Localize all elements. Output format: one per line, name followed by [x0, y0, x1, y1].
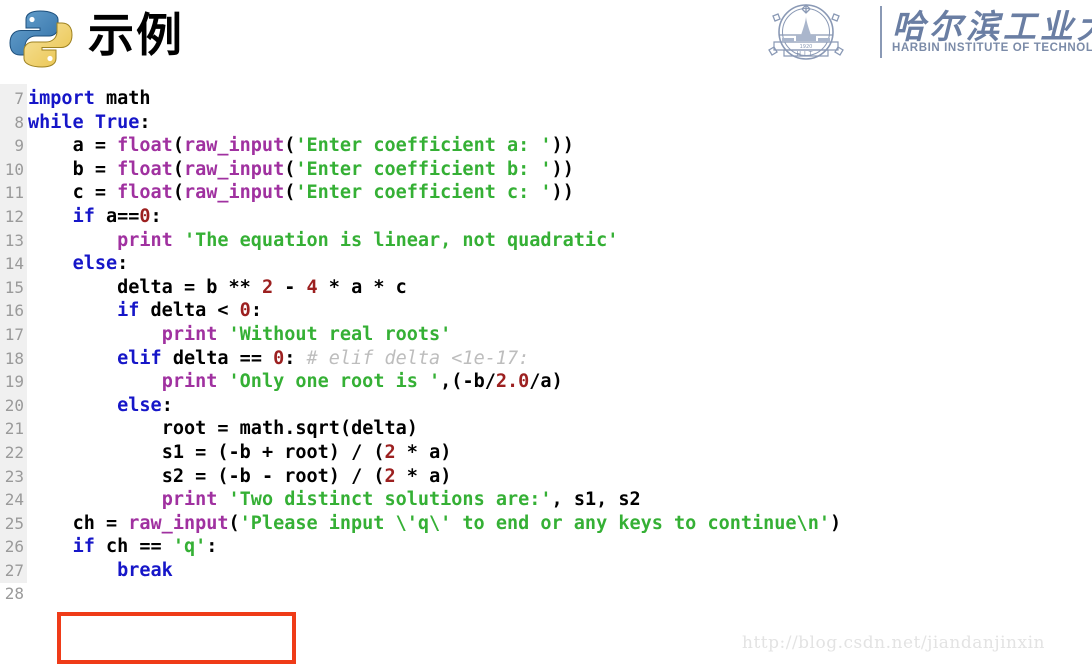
logo-divider: [880, 6, 882, 58]
code-line: 25 ch = raw_input('Please input \'q\' to…: [0, 512, 1092, 536]
line-number: 16: [4, 301, 24, 321]
code-line: 12 if a==0:: [0, 205, 1092, 229]
university-logo: 1920 HIT 哈尔滨工业大学 HARBIN INSTITUTE OF TEC…: [740, 2, 1092, 68]
line-number: 18: [4, 348, 24, 368]
line-number: 28: [4, 584, 24, 604]
code-line: 17 print 'Without real roots': [0, 323, 1092, 347]
code-line: 19 print 'Only one root is ',(-b/2.0/a): [0, 370, 1092, 394]
code-line-text: print 'Only one root is ',(-b/2.0/a): [161, 371, 563, 393]
code-line: 10 b = float(raw_input('Enter coefficien…: [0, 158, 1092, 182]
line-number: 12: [4, 206, 24, 226]
code-line: 26 if ch == 'q':: [0, 535, 1092, 559]
code-line-text: if ch == 'q':: [72, 536, 218, 558]
line-number: 22: [4, 442, 24, 462]
line-number: 10: [4, 159, 24, 179]
code-line: 27 break: [0, 559, 1092, 583]
university-name-en: HARBIN INSTITUTE OF TECHNOLOGY: [892, 42, 1092, 54]
code-listing: 7 import math 8 while True: 9 a = float(raw_…: [0, 84, 1092, 664]
code-line: 14 else:: [0, 252, 1092, 276]
line-number: 19: [4, 372, 24, 392]
svg-text:HIT: HIT: [797, 51, 816, 58]
line-number: 17: [4, 324, 24, 344]
code-line: 11 c = float(raw_input('Enter coefficien…: [0, 181, 1092, 205]
code-line-text: print 'The equation is linear, not quadr…: [117, 229, 619, 251]
code-line-text: b = float(raw_input('Enter coefficient b…: [72, 158, 574, 180]
line-number: 27: [4, 560, 24, 580]
code-line-text: a = float(raw_input('Enter coefficient a…: [72, 135, 574, 157]
code-line-text: print 'Without real roots': [161, 323, 452, 345]
line-number: 21: [4, 419, 24, 439]
code-line-text: import math: [28, 88, 151, 109]
page-title: 示例: [88, 8, 184, 62]
code-line: 16 if delta < 0:: [0, 299, 1092, 323]
line-number: 8: [14, 112, 24, 132]
slide-header: 示例 1920 HIT 哈尔滨工业 HARBIN INSTITUTE OF TE…: [0, 0, 1092, 80]
line-number: 23: [4, 466, 24, 486]
line-number: 24: [4, 490, 24, 510]
code-line-text: if a==0:: [72, 205, 162, 227]
code-line-text: root = math.sqrt(delta): [161, 418, 418, 440]
hit-crest-icon: 1920 HIT: [746, 2, 866, 68]
python-logo-icon: [8, 8, 74, 70]
code-line: 9 a = float(raw_input('Enter coefficient…: [0, 134, 1092, 158]
code-line-text: s1 = (-b + root) / (2 * a): [161, 441, 452, 463]
code-line-text: if delta < 0:: [117, 300, 262, 322]
code-line: 13 print 'The equation is linear, not qu…: [0, 229, 1092, 253]
svg-text:1920: 1920: [800, 44, 813, 50]
code-line: 21 root = math.sqrt(delta): [0, 417, 1092, 441]
line-number: 14: [4, 254, 24, 274]
line-number: 15: [4, 277, 24, 297]
code-line-text: s2 = (-b - root) / (2 * a): [161, 465, 452, 487]
code-line: 28: [0, 582, 1092, 606]
line-number: 25: [4, 513, 24, 533]
code-line: 7 import math: [0, 87, 1092, 111]
code-line: 24 print 'Two distinct solutions are:', …: [0, 488, 1092, 512]
code-line-text: c = float(raw_input('Enter coefficient c…: [72, 182, 574, 204]
code-line: 23 s2 = (-b - root) / (2 * a): [0, 465, 1092, 489]
line-number: 7: [14, 89, 24, 108]
code-line: 18 elif delta == 0: # elif delta <1e-17:: [0, 347, 1092, 371]
line-number: 26: [4, 537, 24, 557]
code-line-text: break: [117, 559, 173, 581]
red-highlight-box: [57, 612, 296, 664]
code-line: 20 else:: [0, 394, 1092, 418]
code-line-text: else:: [72, 253, 129, 275]
line-number: 20: [4, 395, 24, 415]
code-lines-container: 7 import math 8 while True: 9 a = float(raw_…: [0, 87, 1092, 606]
code-line: 8 while True:: [0, 111, 1092, 135]
code-line-text: elif delta == 0: # elif delta <1e-17:: [117, 347, 530, 369]
line-number: 9: [14, 136, 24, 156]
code-line-text: delta = b ** 2 - 4 * a * c: [117, 276, 407, 298]
code-line: 22 s1 = (-b + root) / (2 * a): [0, 441, 1092, 465]
university-name-cn: 哈尔滨工业大学: [892, 7, 1092, 46]
code-line-text: else:: [117, 394, 173, 416]
code-line: 15 delta = b ** 2 - 4 * a * c: [0, 276, 1092, 300]
line-number: 13: [4, 230, 24, 250]
code-line-text: ch = raw_input('Please input \'q\' to en…: [72, 512, 842, 534]
code-line-text: while True:: [28, 111, 151, 133]
code-line-text: print 'Two distinct solutions are:', s1,…: [161, 489, 641, 511]
watermark-url: http://blog.csdn.net/jiandanjinxin: [742, 633, 1045, 653]
line-number: 11: [4, 183, 24, 203]
